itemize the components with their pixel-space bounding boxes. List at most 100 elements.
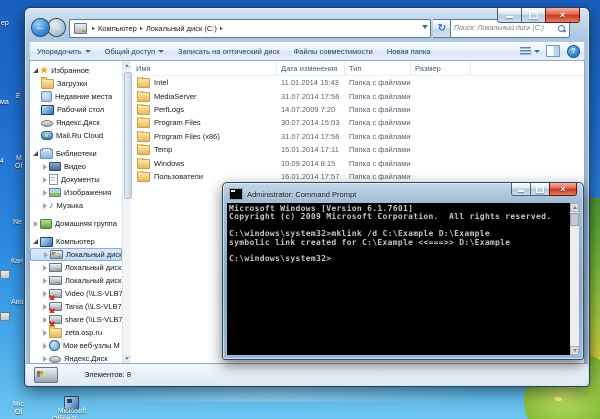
file-type: Папка с файлами xyxy=(345,105,411,114)
sidebar-item-music[interactable]: ♪Музыка xyxy=(30,199,122,212)
sidebar-item-local-disk-d[interactable]: Локальный диск xyxy=(30,261,122,274)
sidebar-item-downloads[interactable]: Загрузки xyxy=(30,77,122,90)
sidebar-item-yandex-disk[interactable]: Яндекс.Диск xyxy=(30,116,122,129)
expander-icon[interactable] xyxy=(41,162,49,171)
file-date: 10.09.2014 8:15 xyxy=(277,159,345,168)
scroll-down-arrow[interactable] xyxy=(570,346,579,355)
file-row-intel[interactable]: Intel11.01.2014 15:43Папка с файлами xyxy=(132,76,584,89)
cmd-close-button[interactable]: × xyxy=(549,183,577,196)
breadcrumb-computer[interactable]: Компьютер xyxy=(98,24,137,33)
burn-button[interactable]: Записать на оптический диск xyxy=(171,42,287,60)
navigation-scrollbar[interactable] xyxy=(122,61,131,363)
sidebar-item-pictures[interactable]: Изображения xyxy=(30,186,122,199)
file-row-program-files[interactable]: Program Files30.07.2014 15:03Папка с фай… xyxy=(132,116,584,129)
console-output[interactable]: Microsoft Windows [Version 6.1.7601] Cop… xyxy=(227,203,570,355)
sidebar-item-documents[interactable]: Документы xyxy=(30,173,122,186)
maximize-button[interactable] xyxy=(522,8,545,23)
sidebar-item-homegroup[interactable]: Домашняя группа xyxy=(30,217,122,230)
new-folder-button[interactable]: Новая папка xyxy=(380,42,438,60)
address-dropdown-icon[interactable] xyxy=(422,25,428,29)
sidebar-item-desktop[interactable]: Рабочий стол xyxy=(30,103,122,116)
expander-icon[interactable] xyxy=(32,149,40,158)
file-date: 31.07.2014 17:56 xyxy=(277,132,345,141)
console-scrollbar[interactable] xyxy=(570,203,579,355)
close-button[interactable]: × xyxy=(545,8,580,23)
change-view-button[interactable] xyxy=(520,47,540,56)
expander-icon[interactable] xyxy=(41,276,49,285)
documents-icon xyxy=(49,174,58,185)
sidebar-item-web-sites[interactable]: Мои веб-узлы М xyxy=(30,339,122,352)
expander-icon[interactable] xyxy=(42,250,50,259)
sidebar-item-recent-places[interactable]: Недавние места xyxy=(30,90,122,103)
compatibility-label: Файлы совместимости xyxy=(294,47,373,56)
scrollbar-thumb[interactable] xyxy=(570,213,579,226)
close-icon: × xyxy=(560,11,565,20)
column-header-type[interactable]: Тип xyxy=(345,61,411,75)
minimize-button[interactable] xyxy=(497,8,522,23)
scroll-up-arrow[interactable] xyxy=(123,61,131,70)
breadcrumb-local-disk-c[interactable]: Локальный диск (C:) xyxy=(146,24,217,33)
search-icon xyxy=(557,24,566,33)
file-name: PerfLogs xyxy=(154,105,184,114)
share-button[interactable]: Общий доступ xyxy=(98,42,171,60)
column-header-date[interactable]: Дата изменения xyxy=(277,61,345,75)
sidebar-item-network-tania[interactable]: Tania (\\LS-VLB7 xyxy=(30,300,122,313)
cmd-title-bar[interactable]: Administrator: Command Prompt xyxy=(229,188,356,200)
back-button[interactable]: ← xyxy=(31,18,50,37)
address-bar[interactable]: ▸ Компьютер ▸ Локальный диск (C:) ▸ xyxy=(69,19,431,38)
expander-icon[interactable] xyxy=(41,263,49,272)
folder-icon xyxy=(137,105,150,115)
command-toolbar: Упорядочить Общий доступ Записать на опт… xyxy=(29,41,585,61)
compatibility-files-button[interactable]: Файлы совместимости xyxy=(287,42,380,60)
column-header-name[interactable]: Имя xyxy=(132,61,277,75)
sidebar-item-mailru-cloud[interactable]: Mail.Ru Cloud xyxy=(30,129,122,142)
sidebar-item-network-video[interactable]: Video (\\LS-VLB7 xyxy=(30,287,122,300)
help-button[interactable]: ? xyxy=(567,45,580,58)
maximize-icon xyxy=(536,186,544,193)
expander-icon[interactable] xyxy=(41,341,49,350)
expander-icon[interactable] xyxy=(41,201,49,210)
column-header-size[interactable]: Размер xyxy=(411,61,471,75)
expander-icon[interactable] xyxy=(41,175,49,184)
preview-pane-button[interactable] xyxy=(546,45,560,57)
file-row-program-files-x86[interactable]: Program Files (x86)31.07.2014 17:56Папка… xyxy=(132,130,584,143)
expander-icon[interactable] xyxy=(41,188,49,197)
sidebar-item-local-disk-e[interactable]: Локальный диск xyxy=(30,274,122,287)
expander-icon[interactable] xyxy=(32,237,40,246)
sidebar-item-network-share[interactable]: share (\\LS-VLB7. xyxy=(30,313,122,326)
expander-icon[interactable] xyxy=(41,302,49,311)
sidebar-item-label: Компьютер xyxy=(56,237,95,246)
expander-icon[interactable] xyxy=(32,219,40,228)
expander-icon[interactable] xyxy=(41,354,49,363)
sidebar-item-label: Музыка xyxy=(57,201,84,210)
cmd-window[interactable]: Administrator: Command Prompt × Microsof… xyxy=(222,182,584,360)
chevron-down-icon xyxy=(85,50,91,53)
expander-icon[interactable] xyxy=(32,66,40,75)
system-drive-icon xyxy=(50,250,63,259)
folder-icon xyxy=(137,172,150,182)
expander-icon[interactable] xyxy=(41,289,49,298)
scroll-down-arrow[interactable] xyxy=(123,354,131,363)
organize-button[interactable]: Упорядочить xyxy=(30,42,98,60)
sidebar-item-videos[interactable]: Видео xyxy=(30,160,122,173)
file-row-perflogs[interactable]: PerfLogs14.07.2009 7:20Папка с файлами xyxy=(132,103,584,116)
file-row-temp[interactable]: Temp15.01.2014 17:11Папка с файлами xyxy=(132,143,584,156)
sidebar-item-libraries[interactable]: Библиотеки xyxy=(30,147,122,160)
sidebar-item-label: share (\\LS-VLB7. xyxy=(65,315,122,324)
file-row-mediaserver[interactable]: MediaServer31.07.2014 17:56Папка с файла… xyxy=(132,89,584,102)
sidebar-item-zeta-osp-ru[interactable]: zeta.osp.ru xyxy=(30,326,122,339)
sidebar-item-computer[interactable]: Компьютер xyxy=(30,235,122,248)
sidebar-item-favorites[interactable]: ★Избранное xyxy=(30,64,122,77)
file-type: Папка с файлами xyxy=(345,78,411,87)
expander-icon[interactable] xyxy=(41,315,49,324)
desktop-icon-fragment xyxy=(0,312,10,321)
cmd-maximize-button[interactable] xyxy=(531,183,549,196)
scrollbar-thumb[interactable] xyxy=(124,72,132,199)
scroll-up-arrow[interactable] xyxy=(570,203,579,212)
cmd-minimize-button[interactable] xyxy=(511,183,531,196)
file-row-windows[interactable]: Windows10.09.2014 8:15Папка с файлами xyxy=(132,156,584,169)
expander-icon[interactable] xyxy=(41,328,49,337)
desktop-icon-label-fragment: Mic xyxy=(13,401,24,408)
sidebar-item-local-disk-c[interactable]: Локальный диск xyxy=(30,248,122,261)
file-name: Windows xyxy=(154,159,184,168)
